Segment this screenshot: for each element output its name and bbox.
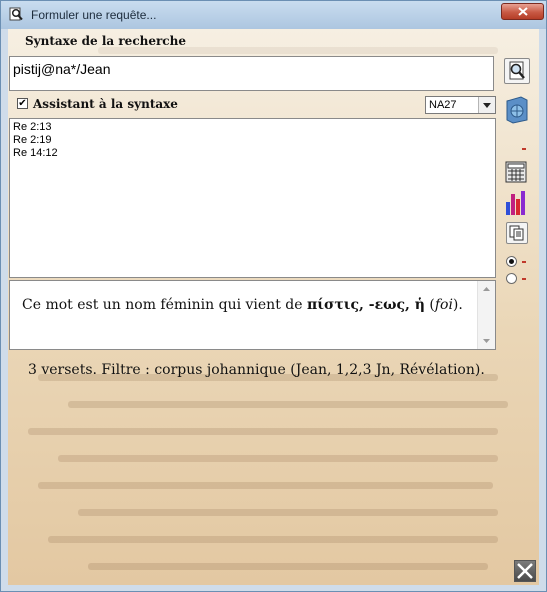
word-info-text: Ce mot est un nom féminin qui vient de π… (22, 297, 463, 313)
window-close-button[interactable] (501, 3, 544, 20)
results-list[interactable]: Re 2:13 Re 2:19 Re 14:12 (9, 118, 496, 278)
exit-button[interactable] (514, 560, 536, 582)
search-syntax-label: Syntaxe de la recherche (25, 34, 186, 48)
gloss: foi (434, 297, 453, 313)
window-title: Formuler une requête... (31, 8, 157, 22)
list-item[interactable]: Re 2:13 (13, 121, 492, 134)
statistics-button[interactable] (504, 190, 530, 216)
query-window: Formuler une requête... Syntaxe de la re… (0, 0, 547, 592)
radio-option-1[interactable] (506, 256, 517, 267)
copy-button[interactable] (506, 222, 528, 244)
red-dash-icon (522, 261, 526, 263)
gloss-open: ( (424, 297, 435, 313)
list-item[interactable]: Re 2:19 (13, 134, 492, 147)
bar-chart-icon (506, 191, 525, 215)
red-dash-icon (522, 148, 526, 150)
dropdown-arrow[interactable] (478, 97, 495, 113)
scroll-up-icon[interactable] (483, 287, 490, 291)
text-version-select[interactable]: NA27 (425, 96, 496, 114)
version-value: NA27 (429, 99, 457, 111)
calculator-button[interactable] (504, 160, 530, 186)
word-info-box: Ce mot est un nom féminin qui vient de π… (9, 280, 496, 350)
red-dash-icon (522, 278, 526, 280)
greek-lemma: πίστις, -εως, ἡ (306, 297, 425, 313)
calculator-icon (505, 161, 527, 183)
close-icon (517, 563, 533, 579)
gloss-close: ). (452, 297, 463, 313)
search-icon (509, 61, 525, 80)
scroll-down-icon[interactable] (483, 339, 490, 343)
title-bar: Formuler une requête... (1, 1, 546, 29)
bible-button[interactable] (504, 96, 530, 124)
search-document-icon (9, 7, 23, 21)
assistant-label: Assistant à la syntaxe (33, 97, 178, 111)
copy-icon (509, 225, 524, 241)
info-prefix: Ce mot est un nom féminin qui vient de (22, 297, 307, 313)
radio-option-2[interactable] (506, 273, 517, 284)
info-scrollbar[interactable] (477, 281, 495, 349)
list-item[interactable]: Re 14:12 (13, 147, 492, 160)
book-globe-icon (506, 96, 528, 124)
assistant-checkbox[interactable]: ✔ (17, 98, 28, 109)
search-button[interactable] (504, 58, 530, 84)
client-area: Syntaxe de la recherche pistij@na*/Jean … (8, 29, 539, 585)
chevron-down-icon (483, 103, 491, 108)
close-icon (518, 7, 528, 16)
status-text: 3 versets. Filtre : corpus johannique (J… (28, 362, 485, 378)
query-input[interactable]: pistij@na*/Jean (9, 56, 494, 91)
